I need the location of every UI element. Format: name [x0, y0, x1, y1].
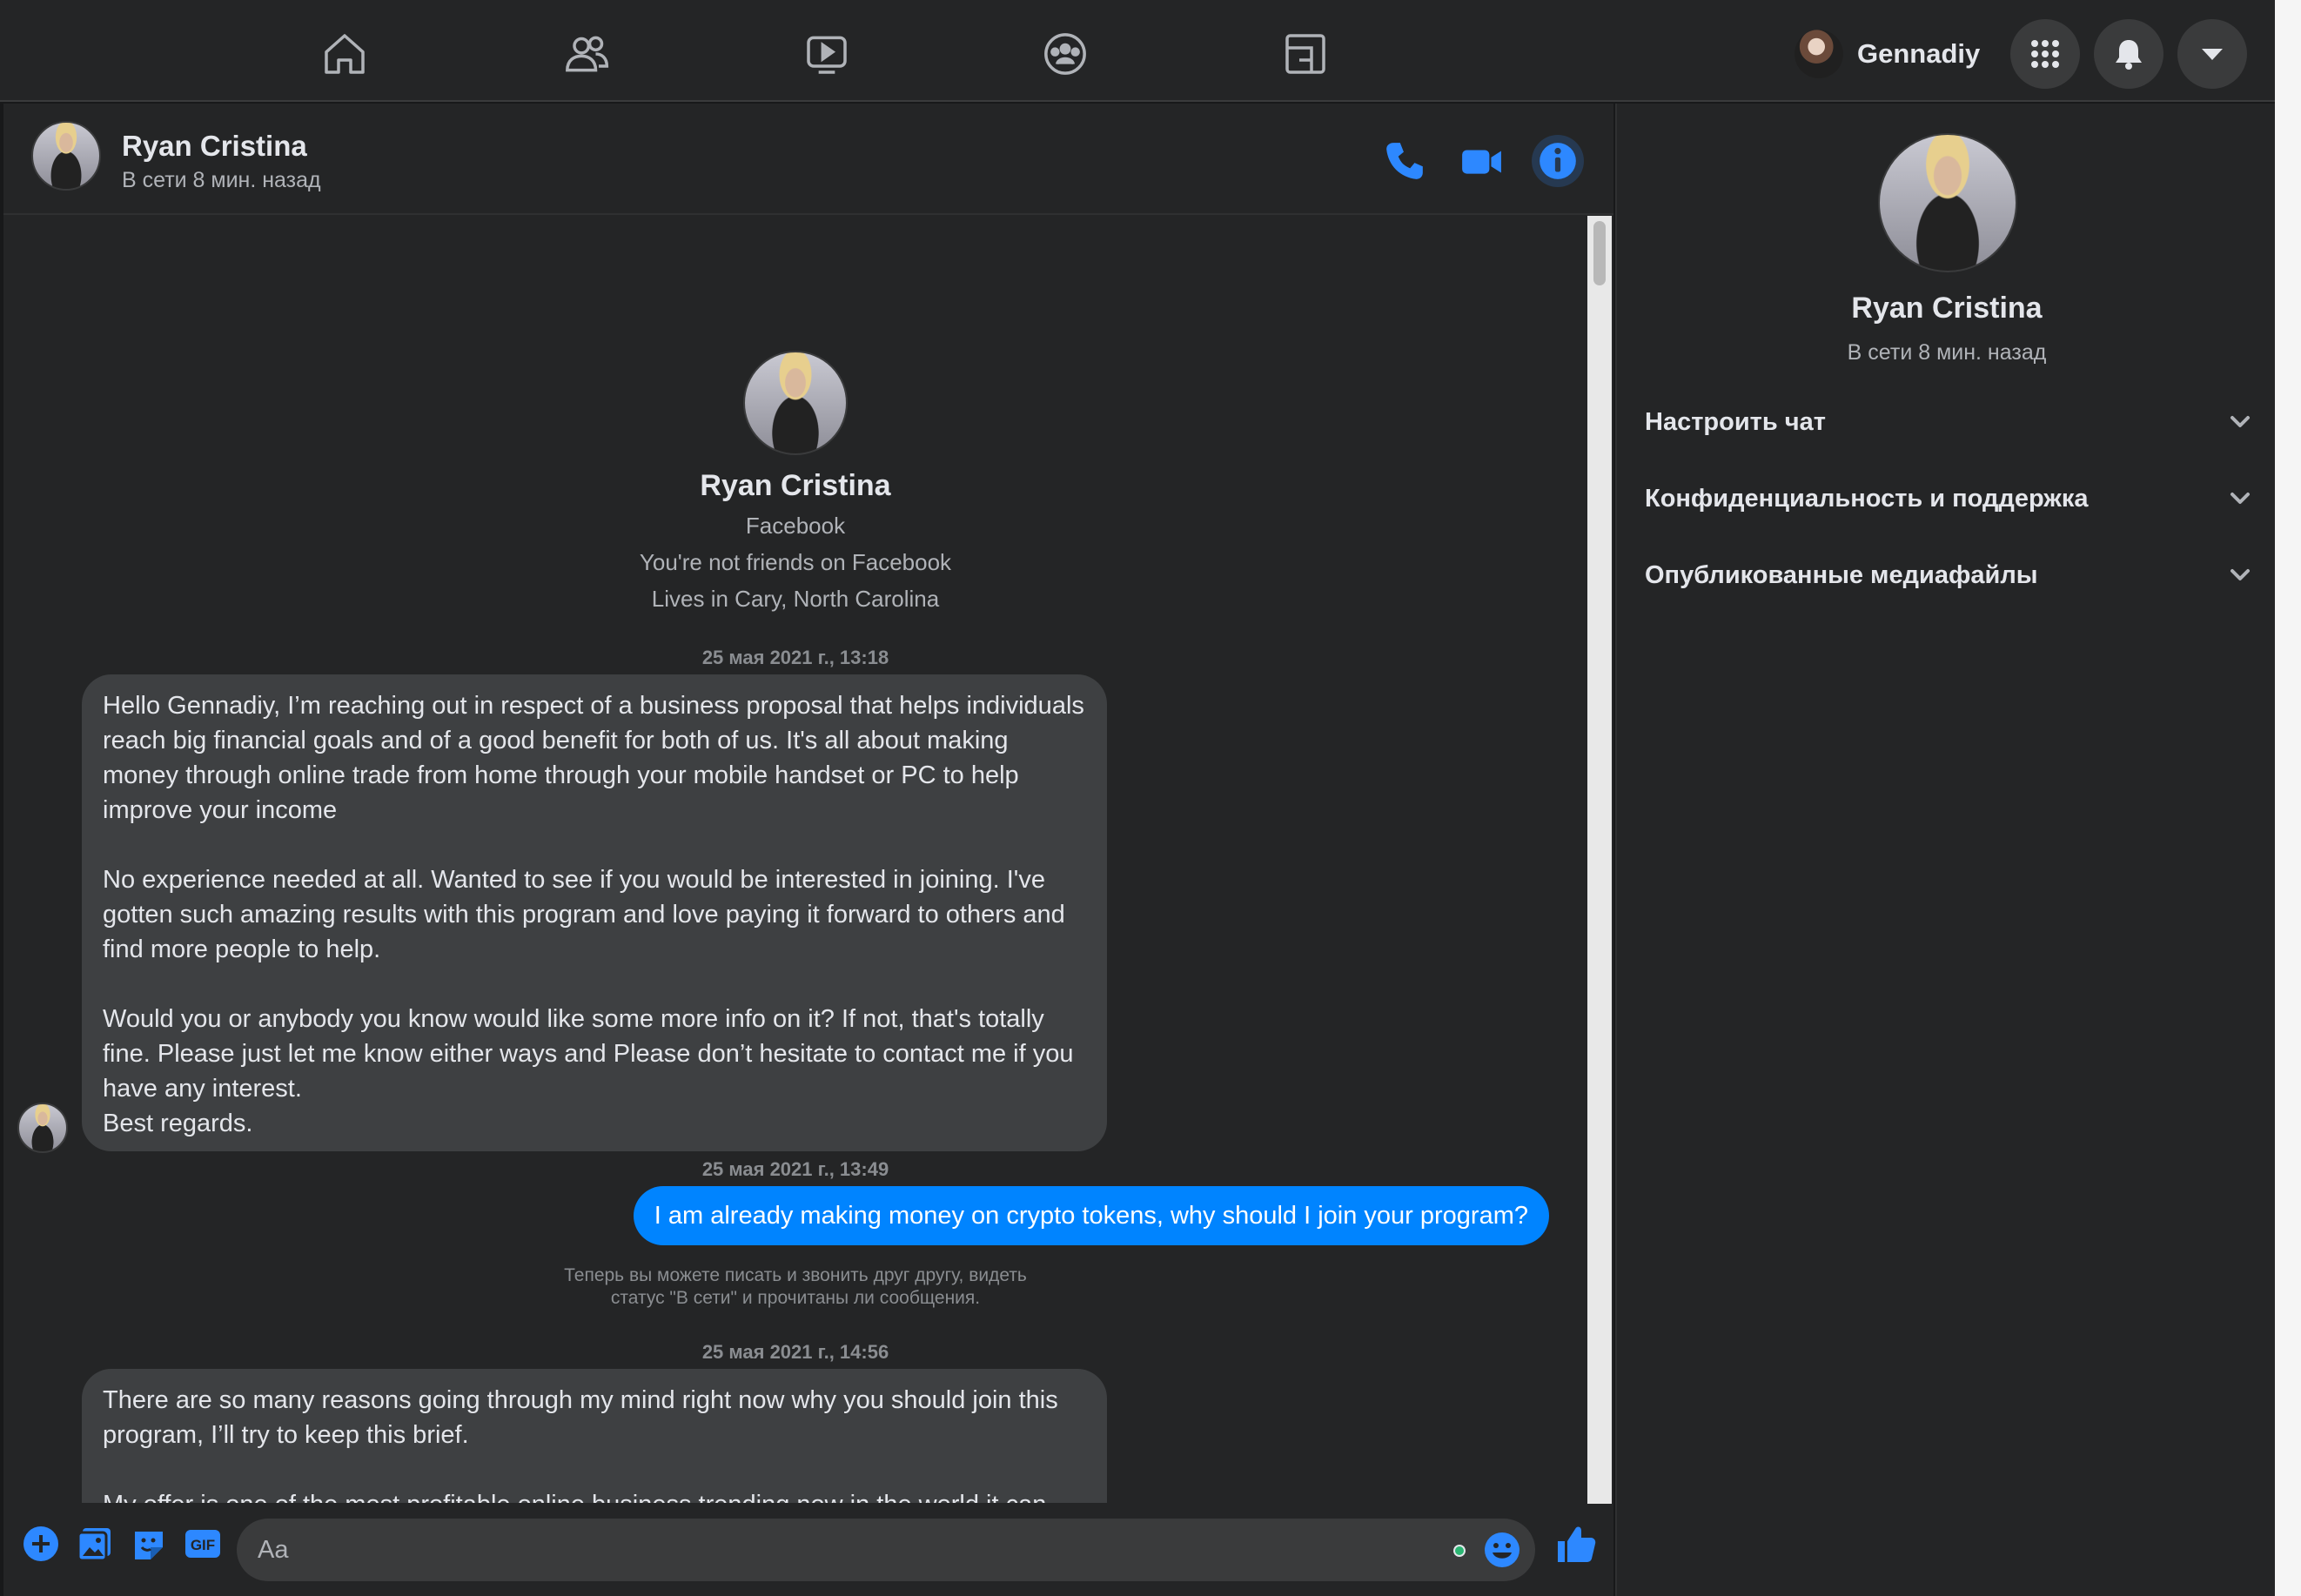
account-dropdown-icon	[2202, 49, 2223, 60]
info-icon	[1540, 143, 1576, 179]
profile-shortcut[interactable]: Gennadiy	[1795, 26, 1980, 82]
sender-avatar[interactable]	[17, 1103, 68, 1153]
info-contact-name[interactable]: Ryan Cristina	[1617, 292, 2277, 325]
contact-name[interactable]: Ryan Cristina	[122, 130, 307, 163]
friends-icon[interactable]	[559, 26, 614, 82]
message-input[interactable]	[258, 1519, 1441, 1581]
sticker-icon	[135, 1532, 163, 1559]
message-timestamp: 25 мая 2021 г., 13:18	[701, 647, 889, 668]
audio-call-button[interactable]	[1379, 135, 1431, 187]
thumbs-up-icon[interactable]	[1554, 1522, 1598, 1566]
intro-location: Lives in Cary, North Carolina	[651, 586, 940, 612]
incoming-message[interactable]: There are so many reasons going through …	[82, 1369, 1107, 1503]
plus-circle-icon	[23, 1526, 58, 1561]
user-name: Gennadiy	[1857, 38, 1981, 69]
message-paragraph: There are so many reasons going through …	[103, 1386, 1058, 1449]
svg-text:GIF: GIF	[191, 1537, 215, 1553]
user-avatar	[1795, 30, 1843, 78]
conversation-info-panel: Ryan Cristina В сети 8 мин. назад Настро…	[1615, 104, 2275, 1596]
message-paragraph: Hello Gennadiy, I’m reaching out in resp…	[103, 692, 1084, 824]
info-avatar[interactable]	[1878, 133, 2017, 272]
message-input-container	[237, 1519, 1535, 1581]
outgoing-message[interactable]: I am already making money on crypto toke…	[633, 1186, 1549, 1245]
message-timestamp: 25 мая 2021 г., 14:56	[701, 1341, 889, 1363]
account-menu-button[interactable]	[2177, 19, 2247, 89]
intro-friend-status: You're not friends on Facebook	[639, 549, 952, 575]
section-label: Опубликованные медиафайлы	[1645, 560, 2038, 589]
chevron-down-icon	[2231, 569, 2250, 580]
chat-window: Ryan Cristina В сети 8 мин. назад Ryan C…	[3, 104, 1613, 1596]
phone-icon	[1386, 143, 1423, 179]
customize-chat-section[interactable]: Настроить чат	[1645, 396, 2254, 448]
more-actions-button[interactable]	[21, 1524, 61, 1564]
intro-source: Facebook	[745, 513, 846, 539]
chevron-down-icon	[2231, 493, 2250, 504]
section-label: Настроить чат	[1645, 407, 1826, 436]
emoji-icon[interactable]	[1483, 1531, 1521, 1569]
incoming-message[interactable]: Hello Gennadiy, I’m reaching out in resp…	[82, 674, 1107, 1151]
gaming-icon[interactable]	[1278, 26, 1333, 82]
intro-avatar[interactable]	[743, 351, 848, 455]
attach-photo-button[interactable]	[75, 1524, 115, 1564]
grammar-indicator-icon	[1453, 1545, 1466, 1557]
window-background	[2275, 0, 2301, 1596]
home-icon[interactable]	[317, 26, 372, 82]
shared-media-section[interactable]: Опубликованные медиафайлы	[1645, 549, 2254, 601]
message-list[interactable]: Ryan Cristina Facebook You're not friend…	[3, 217, 1587, 1503]
section-label: Конфиденциальность и поддержка	[1645, 484, 2089, 513]
message-list-scrollbar[interactable]	[1587, 216, 1612, 1504]
top-navigation-bar: Gennadiy	[0, 0, 2275, 102]
gif-icon: GIF	[185, 1530, 220, 1558]
message-paragraph: My offer is one of the most profitable o…	[103, 1487, 1086, 1503]
privacy-support-section[interactable]: Конфиденциальность и поддержка	[1645, 473, 2254, 525]
conversation-info-button[interactable]	[1532, 135, 1584, 187]
system-notice: Теперь вы можете писать и звонить друг д…	[564, 1265, 1027, 1308]
photo-gallery-icon	[77, 1528, 111, 1562]
gif-button[interactable]: GIF	[183, 1524, 223, 1564]
scrollbar-thumb[interactable]	[1593, 221, 1606, 285]
menu-grid-button[interactable]	[2010, 19, 2080, 89]
contact-status: В сети 8 мин. назад	[122, 168, 321, 192]
info-contact-status: В сети 8 мин. назад	[1847, 340, 2047, 365]
message-paragraph: No experience needed at all. Wanted to s…	[103, 866, 1065, 963]
sticker-button[interactable]	[129, 1524, 169, 1564]
notifications-button[interactable]	[2094, 19, 2163, 89]
groups-icon[interactable]	[1037, 26, 1093, 82]
message-timestamp: 25 мая 2021 г., 13:49	[701, 1158, 889, 1180]
intro-name[interactable]: Ryan Cristina	[3, 469, 1587, 503]
chat-header: Ryan Cristina В сети 8 мин. назад	[3, 104, 1613, 215]
watch-icon[interactable]	[799, 26, 855, 82]
video-camera-icon	[1462, 150, 1501, 174]
menu-grid-icon	[2031, 40, 2059, 68]
video-call-button[interactable]	[1455, 135, 1507, 187]
contact-avatar[interactable]	[31, 121, 101, 191]
message-composer: GIF	[3, 1508, 1613, 1595]
message-paragraph: Would you or anybody you know would like…	[103, 1005, 1074, 1137]
notifications-bell-icon	[2116, 40, 2142, 70]
chevron-down-icon	[2231, 416, 2250, 427]
